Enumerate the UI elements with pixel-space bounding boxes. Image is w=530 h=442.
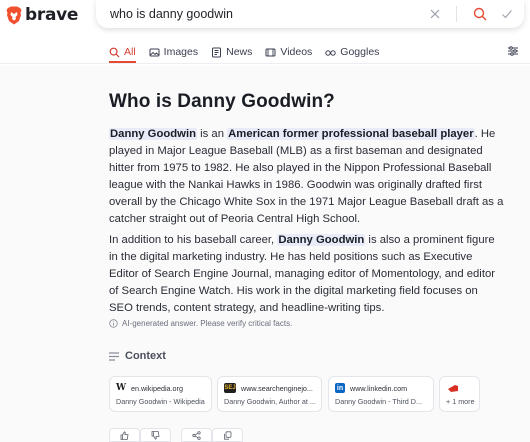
- tab-images[interactable]: Images: [149, 44, 198, 60]
- actions-gap: [171, 428, 181, 442]
- search-input[interactable]: who is danny goodwin: [110, 7, 233, 21]
- header-divider: [0, 63, 530, 64]
- card-subtitle: Danny Goodwin - Wikipedia: [116, 397, 205, 406]
- search-icon[interactable]: [473, 7, 487, 21]
- tab-label: All: [124, 46, 136, 58]
- brave-wordmark: brave: [25, 5, 79, 25]
- top-bar: brave who is danny goodwin All Images Ne…: [0, 0, 530, 66]
- video-icon: [265, 48, 276, 56]
- sej-icon: SEJ: [224, 383, 236, 393]
- wikipedia-icon: W: [115, 383, 127, 393]
- disclaimer-text: AI-generated answer. Please verify criti…: [122, 319, 293, 328]
- context-heading: Context: [109, 350, 166, 362]
- share-button[interactable]: [181, 428, 212, 442]
- card-source: [446, 383, 459, 393]
- context-heading-label: Context: [125, 350, 166, 362]
- search-icon: [109, 47, 120, 57]
- card-source: W en.wikipedia.org: [116, 383, 183, 393]
- entity-highlight[interactable]: American former professional baseball pl…: [227, 128, 475, 140]
- answer-paragraph-2: In addition to his baseball career, Dann…: [109, 232, 504, 317]
- card-source-label: www.linkedin.com: [350, 383, 408, 393]
- answer-paragraph-1: Danny Goodwin is an American former prof…: [109, 126, 504, 228]
- tab-news[interactable]: News: [211, 44, 252, 60]
- tab-videos[interactable]: Videos: [265, 44, 312, 60]
- list-icon: [109, 351, 119, 361]
- tab-label: News: [226, 46, 253, 58]
- more-icon: [448, 385, 458, 392]
- card-subtitle: Danny Goodwin, Author at ...: [224, 397, 316, 406]
- copy-button[interactable]: [212, 428, 243, 442]
- brave-logo[interactable]: brave: [6, 4, 78, 26]
- share-icon: [192, 430, 201, 440]
- feedback-actions: [109, 428, 243, 442]
- answer-text: is an: [196, 128, 228, 140]
- thumbs-up-button[interactable]: [109, 428, 140, 442]
- thumbs-down-icon: [151, 430, 160, 440]
- check-icon[interactable]: [501, 8, 513, 20]
- settings-sliders-icon[interactable]: [507, 45, 519, 57]
- goggles-icon: [325, 49, 336, 56]
- answer-text: In addition to his baseball career,: [109, 234, 278, 246]
- brave-lion-icon: [6, 6, 22, 24]
- card-source-label: www.searchenginejo...: [241, 383, 313, 393]
- card-source: in www.linkedin.com: [335, 383, 407, 393]
- answer-text: is also a prominent figure in the digita…: [109, 234, 495, 314]
- card-source-label: en.wikipedia.org: [131, 383, 183, 393]
- context-card-wikipedia[interactable]: W en.wikipedia.org Danny Goodwin - Wikip…: [109, 376, 212, 412]
- thumbs-down-button[interactable]: [140, 428, 171, 442]
- image-icon: [149, 48, 160, 56]
- card-subtitle: Danny Goodwin - Third D...: [335, 397, 422, 406]
- card-more-label: + 1 more: [446, 397, 475, 406]
- ai-disclaimer: AI-generated answer. Please verify criti…: [109, 319, 292, 328]
- linkedin-icon: in: [335, 383, 345, 393]
- search-box[interactable]: who is danny goodwin: [96, 0, 524, 28]
- context-card-linkedin[interactable]: in www.linkedin.com Danny Goodwin - Thir…: [328, 376, 434, 412]
- news-icon: [212, 47, 222, 57]
- card-source: SEJ www.searchenginejo...: [224, 383, 313, 393]
- close-icon[interactable]: [429, 8, 441, 20]
- entity-highlight[interactable]: Danny Goodwin: [109, 128, 197, 140]
- context-card-more[interactable]: + 1 more: [439, 376, 480, 412]
- tab-goggles[interactable]: Goggles: [325, 44, 379, 60]
- search-tabs: All Images News Videos Goggles: [109, 44, 392, 64]
- answer-title: Who is Danny Goodwin?: [109, 91, 335, 112]
- copy-icon: [224, 430, 232, 440]
- search-divider: [456, 6, 457, 22]
- tab-label: Images: [163, 46, 199, 58]
- tab-label: Videos: [280, 46, 313, 58]
- answer-text: . He played in Major League Baseball (ML…: [109, 128, 504, 225]
- tab-all[interactable]: All: [109, 44, 136, 63]
- thumbs-up-icon: [120, 430, 129, 440]
- info-icon: [109, 319, 118, 328]
- entity-highlight[interactable]: Danny Goodwin: [277, 234, 366, 246]
- tab-label: Goggles: [340, 46, 380, 58]
- context-card-sej[interactable]: SEJ www.searchenginejo... Danny Goodwin,…: [217, 376, 322, 412]
